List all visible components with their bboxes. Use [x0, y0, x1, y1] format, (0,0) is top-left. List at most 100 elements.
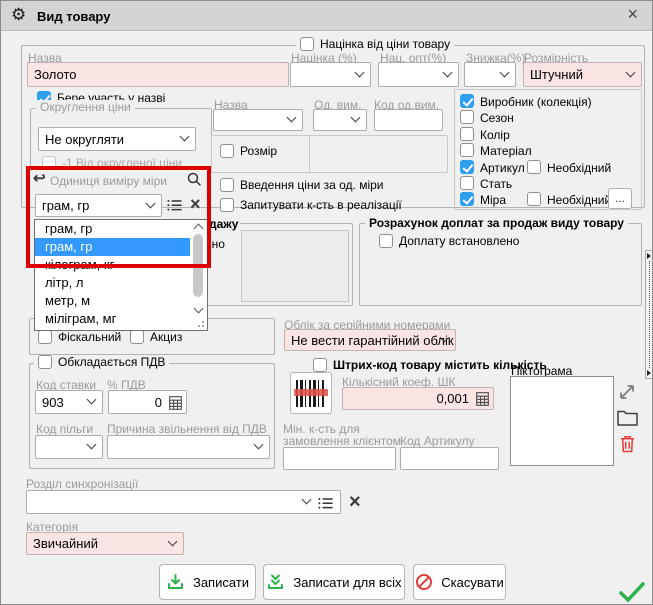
close-icon[interactable]: ×: [627, 4, 638, 25]
surcharge-set-checkbox[interactable]: Доплату встановлено: [379, 234, 519, 248]
serial-combo[interactable]: Не вести гарантійний облік: [284, 329, 456, 351]
titlebar: ⚙ Вид товару ×: [1, 1, 652, 31]
cancel-button[interactable]: Скасувати: [413, 564, 506, 600]
dropdown-item[interactable]: кілограм, кг: [35, 256, 190, 274]
mid-unit-combo[interactable]: [313, 109, 367, 131]
dropdown-item[interactable]: грам, гр: [35, 238, 190, 256]
list-select-icon[interactable]: [167, 199, 183, 212]
dropdown-item[interactable]: метр, м: [35, 292, 190, 310]
markup-from-price-checkbox[interactable]: [300, 37, 314, 51]
attribute-row: Колір: [455, 127, 641, 143]
name-field[interactable]: Золото: [27, 62, 289, 87]
min-qty-field[interactable]: [283, 447, 396, 470]
attribute-row: Матеріал: [455, 143, 641, 159]
discount-combo[interactable]: [464, 62, 516, 87]
attribute-label: Артикул: [480, 161, 525, 175]
chevron-down-icon: [254, 440, 264, 450]
attribute-checkbox[interactable]: [460, 127, 474, 141]
vat-checkbox[interactable]: [38, 355, 52, 369]
minus1-rounded-price-checkbox[interactable]: -1 Від округленої ціни: [42, 156, 182, 170]
exemption-reason-label: Причина звільнення від ПДВ: [107, 422, 267, 436]
attribute-checkbox[interactable]: [460, 160, 474, 174]
ask-qty-checkbox[interactable]: Запитувати к-сть в реалізації: [220, 198, 402, 212]
pictogram-image-box[interactable]: [510, 376, 614, 466]
attribute-checkbox[interactable]: [460, 176, 474, 190]
scroll-down-icon[interactable]: [194, 304, 204, 314]
clear-unit-icon[interactable]: ×: [190, 195, 201, 213]
attribute-label: Колір: [480, 128, 510, 142]
excise-checkbox[interactable]: Акциз: [130, 330, 182, 344]
save-all-icon: [266, 573, 285, 591]
vat-label: Обкладається ПДВ: [58, 355, 165, 369]
article-code-label: Код Артикулу: [400, 434, 474, 448]
scroll-up-icon[interactable]: [194, 224, 204, 234]
chevron-down-icon: [626, 67, 636, 77]
product-type-dialog: ⚙ Вид товару × Націнка від ціни товару Н…: [0, 0, 653, 605]
attribute-label: Сезон: [480, 111, 514, 125]
unit-combo[interactable]: грам, гр: [35, 194, 162, 217]
search-icon[interactable]: [187, 172, 202, 187]
benefit-code-combo[interactable]: [35, 435, 103, 459]
dimension-combo[interactable]: Штучний: [523, 62, 642, 87]
min-qty-label-line2: замовлення клієнтом: [283, 434, 401, 448]
mid-unit-code-field[interactable]: [374, 109, 443, 131]
dropdown-scrollbar[interactable]: [191, 221, 206, 315]
resize-grip[interactable]: [196, 319, 204, 327]
chevron-down-icon: [180, 132, 190, 142]
dropdown-item[interactable]: грам, гр: [35, 220, 190, 238]
attribute-checkbox[interactable]: [460, 110, 474, 124]
save-icon: [166, 573, 185, 591]
chevron-down-icon: [146, 198, 156, 208]
gear-icon: ⚙: [11, 5, 26, 25]
rate-code-combo[interactable]: 903: [35, 390, 103, 414]
dropdown-item[interactable]: літр, л: [35, 274, 190, 292]
open-folder-icon[interactable]: [617, 410, 638, 426]
delete-trash-icon[interactable]: [620, 435, 635, 453]
rounding-combo[interactable]: Не округляти: [38, 127, 196, 151]
surcharge-title: Розрахунок доплат за продаж виду товару: [365, 216, 628, 230]
required-checkbox[interactable]: [527, 192, 541, 206]
calculator-icon[interactable]: [476, 392, 489, 406]
attribute-label: Виробник (колекція): [480, 95, 592, 109]
clear-sync-icon[interactable]: ×: [349, 492, 361, 512]
required-checkbox[interactable]: [527, 160, 541, 174]
markup-combo[interactable]: [290, 62, 371, 87]
splitter-handle[interactable]: [645, 250, 653, 379]
vat-percent-field[interactable]: 0: [108, 390, 187, 414]
attributes-box: Виробник (колекція) Сезон КолірМатеріал Арт…: [454, 89, 642, 210]
barcode-icon: [296, 380, 326, 407]
sync-combo[interactable]: [26, 490, 341, 514]
attribute-checkbox[interactable]: [460, 143, 474, 157]
size-checkbox[interactable]: Розмір: [220, 144, 277, 158]
article-code-field[interactable]: [400, 447, 499, 470]
mid-name-combo[interactable]: [213, 109, 303, 131]
list-select-icon[interactable]: [318, 497, 334, 510]
coef-field[interactable]: 0,001: [342, 387, 494, 410]
chevron-down-icon: [500, 67, 510, 77]
confirm-check-icon[interactable]: [618, 581, 646, 603]
expand-icon[interactable]: [617, 382, 637, 402]
chevron-down-icon: [355, 67, 365, 77]
exemption-reason-combo[interactable]: [107, 435, 270, 459]
surcharge-group: Розрахунок доплат за продаж виду товару …: [359, 223, 642, 306]
barcode-button[interactable]: [290, 372, 332, 414]
markup-opt-combo[interactable]: [378, 62, 459, 87]
fiscal-checkbox[interactable]: Фіскальний: [38, 330, 121, 344]
save-button[interactable]: Записати: [159, 564, 256, 600]
back-arrow-icon[interactable]: ↩: [33, 171, 46, 186]
window-title: Вид товару: [37, 9, 110, 24]
price-per-unit-checkbox[interactable]: Введення ціни за од. міри: [220, 178, 384, 192]
dropdown-item[interactable]: міліграм, мг: [35, 310, 190, 328]
rounding-legend: Округлення ціни: [36, 100, 135, 114]
attribute-checkbox[interactable]: [460, 192, 474, 206]
chevron-down-icon: [443, 67, 453, 77]
chevron-down-icon: [168, 536, 178, 546]
category-combo[interactable]: Звичайний: [26, 532, 184, 555]
save-for-all-button[interactable]: Записати для всіх: [263, 564, 405, 600]
calculator-icon[interactable]: [169, 396, 182, 410]
unit-panel-label: Одиниця виміру міри: [50, 174, 167, 188]
scroll-thumb[interactable]: [193, 234, 203, 297]
attribute-row: Виробник (колекція): [455, 94, 641, 110]
attribute-checkbox[interactable]: [460, 94, 474, 108]
more-button[interactable]: ...: [608, 188, 632, 209]
